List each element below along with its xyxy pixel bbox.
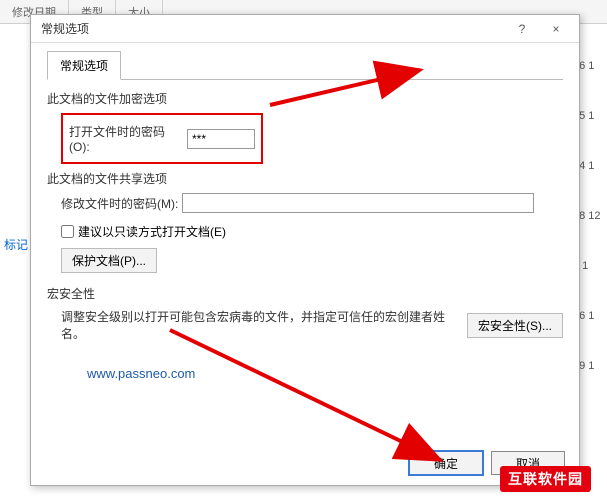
dialog-title: 常规选项 [41, 20, 89, 37]
titlebar: 常规选项 ? × [31, 15, 579, 43]
ok-button[interactable]: 确定 [409, 451, 483, 475]
highlight-open-password: 打开文件时的密码(O): [61, 113, 263, 164]
protect-document-button[interactable]: 保护文档(P)... [61, 248, 157, 273]
readonly-label: 建议以只读方式打开文档(E) [78, 223, 226, 240]
macro-security-button[interactable]: 宏安全性(S)... [467, 313, 563, 338]
encrypt-section-label: 此文档的文件加密选项 [47, 90, 563, 107]
passneo-link[interactable]: www.passneo.com [87, 366, 563, 381]
watermark-badge: 互联软件园 [500, 466, 591, 492]
readonly-checkbox[interactable] [61, 225, 74, 238]
modify-password-input[interactable] [182, 193, 534, 213]
open-password-label: 打开文件时的密码(O): [69, 123, 183, 154]
open-password-input[interactable] [187, 129, 255, 149]
tab-strip: 常规选项 [47, 51, 563, 80]
modify-password-label: 修改文件时的密码(M): [61, 195, 178, 212]
share-section-label: 此文档的文件共享选项 [47, 170, 563, 187]
close-button[interactable]: × [539, 17, 573, 41]
macro-section-label: 宏安全性 [47, 285, 563, 302]
tab-general[interactable]: 常规选项 [47, 51, 121, 80]
macro-description: 调整安全级别以打开可能包含宏病毒的文件，并指定可信任的宏创建者姓名。 [61, 308, 467, 342]
help-button[interactable]: ? [505, 17, 539, 41]
bg-tag-label: 标记 [4, 236, 28, 253]
general-options-dialog: 常规选项 ? × 常规选项 此文档的文件加密选项 打开文件时的密码(O): 此文… [30, 14, 580, 486]
